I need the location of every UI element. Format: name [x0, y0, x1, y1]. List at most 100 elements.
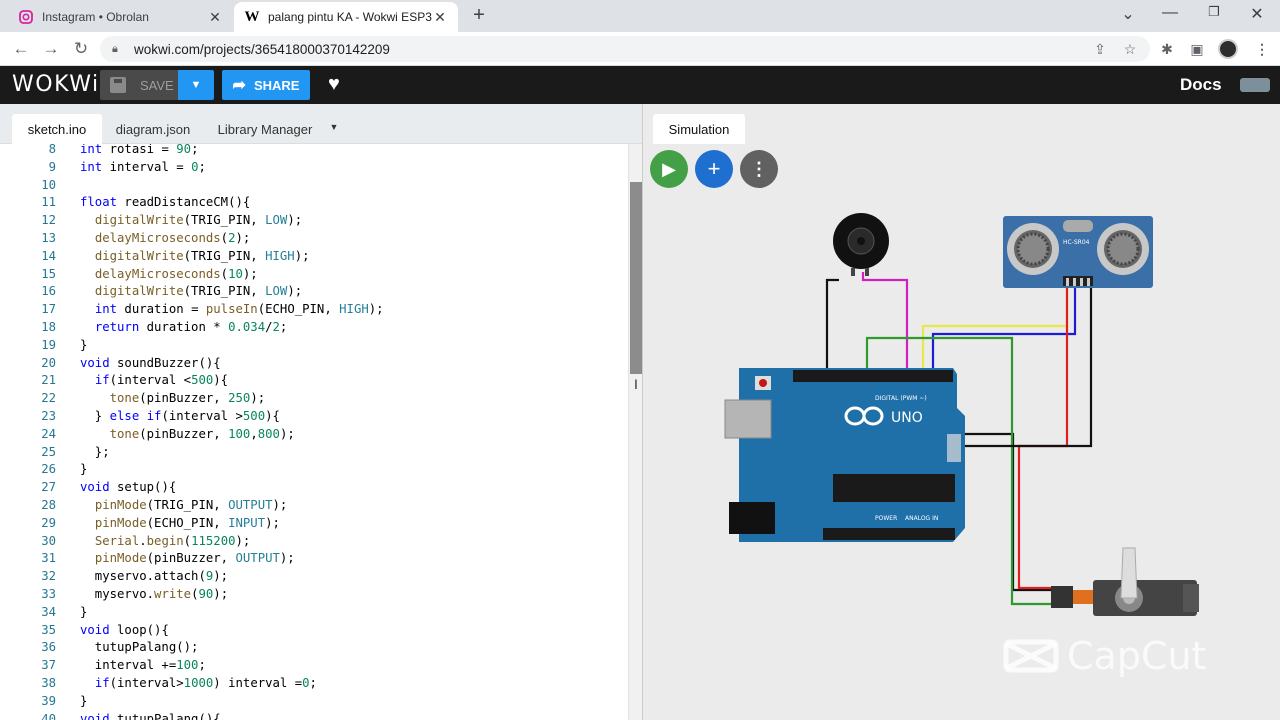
code-line[interactable]: 28 pinMode(TRIG_PIN, OUTPUT); [0, 496, 628, 514]
line-number: 11 [41, 195, 56, 210]
reload-icon[interactable]: ↻ [70, 38, 92, 60]
code-line[interactable]: 11 float readDistanceCM(){ [0, 193, 628, 211]
share-button[interactable]: ➦ SHARE [222, 70, 310, 100]
code-line[interactable]: 21 if(interval <500){ [0, 371, 628, 389]
code-line[interactable]: 12 digitalWrite(TRIG_PIN, LOW); [0, 211, 628, 229]
side-panel-icon[interactable]: ▣ [1187, 39, 1207, 59]
code-line[interactable]: 24 tone(pinBuzzer, 100,800); [0, 425, 628, 443]
code-text: } [80, 604, 88, 619]
code-line[interactable]: 40 void tutupPalang(){ [0, 710, 628, 720]
code-text: myservo.write(90); [80, 587, 229, 601]
share-page-icon[interactable]: ⇪ [1090, 39, 1110, 59]
close-icon[interactable]: ✕ [207, 9, 223, 26]
line-number: 14 [41, 248, 56, 263]
wokwi-logo[interactable]: WOKWi [12, 72, 100, 97]
tab-search-chevron-icon[interactable]: ⌄ [1114, 4, 1142, 24]
tab-library-manager[interactable]: Library Manager [210, 114, 320, 144]
tab-diagram-json[interactable]: diagram.json [108, 114, 198, 144]
code-line[interactable]: 25 }; [0, 443, 628, 461]
more-options-button[interactable]: ⋮ [740, 150, 778, 188]
address-bar[interactable]: 🔒︎ wokwi.com/projects/365418000370142209 [100, 36, 1150, 62]
code-text: void tutupPalang(){ [80, 711, 221, 720]
line-number: 34 [41, 604, 56, 619]
menu-dots-icon[interactable]: ⋮ [1252, 39, 1272, 59]
power-label: POWER [875, 515, 897, 522]
bookmark-star-icon[interactable]: ☆ [1120, 39, 1140, 59]
back-icon[interactable]: ← [10, 38, 32, 60]
code-line[interactable]: 14 digitalWrite(TRIG_PIN, HIGH); [0, 247, 628, 265]
code-line[interactable]: 39} [0, 692, 628, 710]
add-part-button[interactable]: + [695, 150, 733, 188]
forward-icon[interactable]: → [40, 38, 62, 60]
line-number: 38 [41, 676, 56, 690]
chevron-down-icon: ▼ [190, 79, 202, 91]
code-text: if(interval <500){ [94, 373, 229, 388]
close-window-icon[interactable]: ✕ [1243, 4, 1271, 24]
docs-link[interactable]: Docs [1180, 75, 1222, 95]
profile-avatar[interactable] [1218, 39, 1238, 59]
code-line[interactable]: 29 pinMode(ECHO_PIN, INPUT); [0, 514, 628, 532]
capcut-logo-icon [1003, 639, 1059, 673]
code-line[interactable]: 32 myservo.attach(9); [0, 567, 628, 585]
code-text: pinMode(pinBuzzer, OUTPUT); [94, 551, 295, 566]
share-label: SHARE [253, 77, 300, 93]
minimize-icon[interactable]: — [1156, 4, 1184, 22]
code-line[interactable]: 30 Serial.begin(115200); [0, 532, 628, 550]
code-line[interactable]: 31 pinMode(pinBuzzer, OUTPUT); [0, 549, 628, 567]
code-line[interactable]: 17 int duration = pulseIn(ECHO_PIN, HIGH… [0, 300, 628, 318]
user-avatar[interactable] [1240, 78, 1270, 92]
code-text: myservo.attach(9); [80, 569, 229, 584]
code-text: Serial.begin(115200); [94, 533, 251, 548]
code-line[interactable]: 23 } else if(interval >500){ [0, 407, 628, 425]
wokwi-header: WOKWi SAVE ▼ ➦ SHARE ♥ Docs [0, 66, 1280, 104]
code-line[interactable]: 18 return duration * 0.034/2; [0, 318, 628, 336]
line-number: 22 [41, 391, 56, 406]
tab-simulation[interactable]: Simulation [653, 114, 745, 144]
save-icon [110, 77, 126, 93]
line-number: 27 [41, 480, 56, 495]
heart-icon[interactable]: ♥ [328, 73, 340, 96]
extensions-icon[interactable]: ✱ [1157, 39, 1177, 59]
play-button[interactable]: ▶ [650, 150, 688, 188]
code-line[interactable]: 19} [0, 336, 628, 354]
tab-instagram[interactable]: Instagram • Obrolan ✕ [8, 2, 233, 32]
tab-menu-chevron-icon[interactable]: ▼ [326, 112, 342, 142]
close-icon[interactable]: ✕ [432, 9, 448, 26]
code-line[interactable]: 34} [0, 603, 628, 621]
code-line[interactable]: 27 void setup(){ [0, 478, 628, 496]
code-line[interactable]: 16 digitalWrite(TRIG_PIN, LOW); [0, 282, 628, 300]
restore-icon[interactable]: ❐ [1200, 4, 1228, 20]
tab-sketch-ino[interactable]: sketch.ino [12, 114, 102, 144]
code-line[interactable]: 13 delayMicroseconds(2); [0, 229, 628, 247]
save-button[interactable]: SAVE [100, 70, 178, 100]
code-line[interactable]: 8 int rotasi = 90; [0, 144, 628, 158]
code-line[interactable]: 38 if(interval>1000) interval =0; [0, 674, 628, 692]
code-line[interactable]: 33 myservo.write(90); [0, 585, 628, 603]
code-line[interactable]: 26} [0, 460, 628, 478]
editor-scrollbar[interactable] [628, 144, 642, 720]
code-line[interactable]: 15 delayMicroseconds(10); [0, 265, 628, 283]
sensor-label: HC-SR04 [1063, 239, 1090, 246]
code-line[interactable]: 10 [0, 176, 628, 194]
circuit-diagram[interactable]: HC-SR04 UNO DIGITAL (PWM ~) ANALOG IN PO… [643, 104, 1280, 720]
new-tab-icon[interactable]: + [468, 4, 490, 27]
code-line[interactable]: 35 void loop(){ [0, 621, 628, 639]
share-arrow-icon: ➦ [232, 77, 246, 94]
code-text: digitalWrite(TRIG_PIN, LOW); [94, 213, 303, 228]
tab-title: palang pintu KA - Wokwi ESP32, [268, 10, 432, 24]
capcut-watermark: CapCut [1003, 634, 1206, 678]
editor-scrollbar-thumb[interactable] [630, 182, 642, 374]
code-text: digitalWrite(TRIG_PIN, LOW); [94, 284, 303, 299]
code-line[interactable]: 22 tone(pinBuzzer, 250); [0, 389, 628, 407]
line-number: 20 [41, 355, 56, 370]
servo-motor [1051, 547, 1199, 616]
code-line[interactable]: 20 void soundBuzzer(){ [0, 354, 628, 372]
code-line[interactable]: 36 tutupPalang(); [0, 638, 628, 656]
code-line[interactable]: 37 interval +=100; [0, 656, 628, 674]
code-text: } [80, 337, 88, 352]
save-dropdown-button[interactable]: ▼ [178, 70, 214, 100]
code-editor[interactable]: 8 int rotasi = 90; 9 int interval = 0; 10 11 f… [0, 144, 628, 720]
code-line[interactable]: 9 int interval = 0; [0, 158, 628, 176]
line-number: 26 [41, 462, 56, 477]
tab-wokwi[interactable]: W palang pintu KA - Wokwi ESP32, ✕ [234, 2, 458, 32]
